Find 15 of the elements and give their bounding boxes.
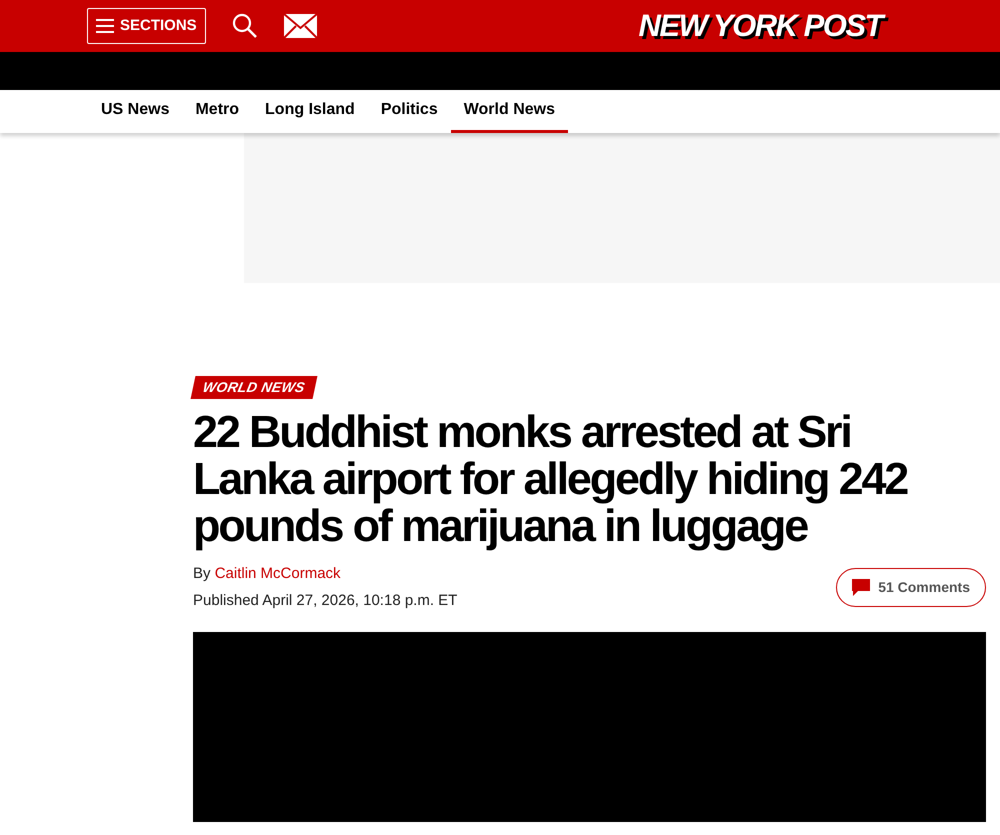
nav-tab[interactable]: Long Island (252, 90, 368, 133)
nav-tab[interactable]: Metro (182, 90, 252, 133)
nav-tab[interactable]: Politics (368, 90, 451, 133)
nav-tab[interactable]: US News (88, 90, 182, 133)
byline: By Caitlin McCormack (193, 564, 342, 584)
speech-bubble-icon (852, 579, 870, 596)
search-icon[interactable] (232, 13, 258, 39)
comments-button[interactable]: 51 Comments (836, 568, 986, 607)
publish-date: Published April 27, 2026, 10:18 p.m. ET (193, 590, 458, 610)
envelope-icon[interactable] (282, 13, 318, 39)
author-link[interactable]: Caitlin McCormack (214, 565, 341, 582)
category-label[interactable]: WORLD NEWS (190, 376, 318, 399)
sections-button[interactable]: SECTIONS (87, 8, 206, 44)
menu-icon (96, 18, 114, 34)
headline: 22 Buddhist monks arrested at Sri Lanka airport for allegedly hiding 242 pounds of marijuana in luggage (193, 408, 908, 549)
